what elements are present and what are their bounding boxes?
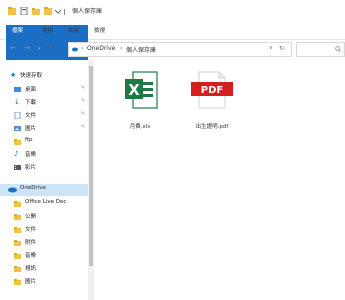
folder-icon[interactable] bbox=[44, 7, 52, 15]
file-name[interactable]: 出生證明.pdf bbox=[177, 122, 247, 130]
up-icon[interactable]: ↑ bbox=[50, 44, 56, 52]
address-bar[interactable]: › OneDrive › 個人保存庫 ∨ ↻ bbox=[68, 42, 292, 57]
refresh-icon[interactable]: ↻ bbox=[279, 45, 284, 52]
document-icon bbox=[14, 112, 21, 119]
pin-icon[interactable]: ✎ bbox=[81, 124, 85, 130]
sidebar-item-office-live-doc[interactable]: Office Live Doc bbox=[0, 198, 88, 210]
excel-logo-text: X bbox=[128, 81, 140, 99]
sidebar-item-label: 公開 bbox=[25, 214, 37, 220]
sidebar-item-label: 視訊 bbox=[25, 266, 37, 272]
sidebar-item-documents[interactable]: 文件 ✎ bbox=[0, 110, 88, 122]
properties-icon[interactable] bbox=[20, 7, 28, 15]
sidebar-item-label: ftp bbox=[25, 137, 33, 143]
star-icon: ★ bbox=[10, 71, 17, 79]
sidebar-item-label: 音樂 bbox=[25, 253, 37, 259]
breadcrumb-separator-icon[interactable]: › bbox=[120, 45, 122, 52]
onedrive-icon bbox=[72, 47, 78, 52]
folder-icon bbox=[8, 7, 16, 15]
folder-icon bbox=[14, 279, 21, 285]
sidebar-item-label: 桌面 bbox=[25, 87, 37, 93]
file-item-excel[interactable]: X 月費.xls bbox=[105, 64, 175, 134]
pdf-file-icon: PDF bbox=[191, 71, 233, 109]
sidebar-item-label: 音樂 bbox=[25, 152, 37, 158]
new-folder-icon[interactable] bbox=[32, 7, 40, 15]
sidebar-item-label: 快速存取 bbox=[20, 73, 43, 79]
address-dropdown-icon[interactable]: ∨ bbox=[269, 45, 273, 51]
sidebar-item-label: Office Live Doc bbox=[25, 199, 67, 205]
folder-icon bbox=[14, 201, 21, 207]
back-icon[interactable]: ← bbox=[10, 44, 16, 52]
sidebar-item-attachments[interactable]: 附件 bbox=[0, 237, 88, 249]
search-icon bbox=[335, 46, 341, 52]
search-input[interactable] bbox=[296, 42, 345, 57]
sidebar-item-pictures[interactable]: 圖片 bbox=[0, 276, 88, 288]
sidebar-item-onedrive[interactable]: OneDrive bbox=[0, 184, 88, 196]
desktop-icon bbox=[14, 87, 21, 92]
file-explorer-window: 個人保存庫 檔案 常用 共用 檢視 ← → ▾ ↑ › OneDrive › 個… bbox=[0, 0, 345, 300]
ribbon-tabs: 檔案 常用 共用 檢視 bbox=[0, 22, 345, 95]
sidebar-item-label: 附件 bbox=[25, 240, 37, 246]
file-name[interactable]: 月費.xls bbox=[105, 122, 175, 130]
folder-icon bbox=[14, 214, 21, 220]
sidebar-scrollbar[interactable] bbox=[88, 60, 94, 300]
sidebar-item-downloads[interactable]: ↓ 下載 ✎ bbox=[0, 97, 88, 109]
tab-home[interactable]: 常用 bbox=[36, 25, 59, 37]
folder-icon bbox=[14, 139, 21, 145]
sidebar-item-label: 文件 bbox=[25, 227, 37, 233]
pin-icon[interactable]: ✎ bbox=[81, 111, 85, 117]
sidebar-item-videos[interactable]: 影片 bbox=[0, 162, 88, 174]
sidebar-item-quick-access[interactable]: ★ 快速存取 bbox=[0, 70, 88, 82]
sidebar-item-videos[interactable]: 視訊 bbox=[0, 263, 88, 275]
navigation-pane: ★ 快速存取 桌面 ✎ ↓ 下載 ✎ 文件 ✎ 圖片 ✎ ftp ♪ 音樂 影片… bbox=[0, 60, 88, 300]
download-icon: ↓ bbox=[14, 98, 20, 106]
file-list: X 月費.xls PDF 出生證明.pdf bbox=[95, 60, 345, 300]
folder-icon bbox=[14, 240, 21, 246]
file-item-pdf[interactable]: PDF 出生證明.pdf bbox=[177, 64, 247, 134]
breadcrumb-separator-icon[interactable]: › bbox=[81, 45, 83, 52]
tab-share[interactable]: 共用 bbox=[62, 25, 85, 37]
scrollbar-thumb[interactable] bbox=[89, 66, 93, 266]
sidebar-item-music[interactable]: ♪ 音樂 bbox=[0, 149, 88, 161]
excel-file-icon: X bbox=[125, 71, 158, 109]
window-title: 個人保存庫 bbox=[72, 8, 103, 15]
recent-locations-icon[interactable]: ▾ bbox=[38, 46, 41, 52]
folder-icon bbox=[14, 253, 21, 259]
breadcrumb-current-folder[interactable]: 個人保存庫 bbox=[126, 45, 156, 54]
sidebar-item-label: 影片 bbox=[25, 165, 37, 171]
pin-icon[interactable]: ✎ bbox=[81, 98, 85, 104]
tab-view[interactable]: 檢視 bbox=[88, 25, 111, 37]
pdf-logo-text: PDF bbox=[201, 85, 223, 96]
sidebar-item-desktop[interactable]: 桌面 ✎ bbox=[0, 84, 88, 96]
forward-icon[interactable]: → bbox=[24, 44, 30, 52]
customize-toolbar-icon[interactable] bbox=[55, 7, 61, 15]
video-icon bbox=[14, 165, 21, 170]
folder-icon bbox=[14, 227, 21, 233]
sidebar-item-documents[interactable]: 文件 bbox=[0, 224, 88, 236]
folder-icon bbox=[14, 266, 21, 272]
sidebar-item-label: 下載 bbox=[25, 100, 37, 106]
onedrive-icon bbox=[8, 187, 17, 193]
music-icon: ♪ bbox=[14, 150, 19, 158]
sidebar-item-ftp[interactable]: ftp bbox=[0, 136, 88, 148]
title-separator bbox=[64, 9, 65, 15]
title-bar: 個人保存庫 bbox=[0, 0, 345, 22]
breadcrumb-onedrive[interactable]: OneDrive bbox=[87, 45, 115, 52]
sidebar-item-label: 圖片 bbox=[25, 126, 37, 132]
sidebar-item-pictures[interactable]: 圖片 ✎ bbox=[0, 123, 88, 135]
sidebar-item-label: OneDrive bbox=[20, 185, 46, 191]
sidebar-item-label: 圖片 bbox=[25, 279, 37, 285]
pin-icon[interactable]: ✎ bbox=[81, 85, 85, 91]
pictures-icon bbox=[14, 126, 21, 131]
sidebar-item-music[interactable]: 音樂 bbox=[0, 250, 88, 262]
sidebar-item-public[interactable]: 公開 bbox=[0, 211, 88, 223]
navigation-bar: ← → ▾ ↑ › OneDrive › 個人保存庫 ∨ ↻ bbox=[0, 40, 345, 58]
sidebar-item-label: 文件 bbox=[25, 113, 37, 119]
